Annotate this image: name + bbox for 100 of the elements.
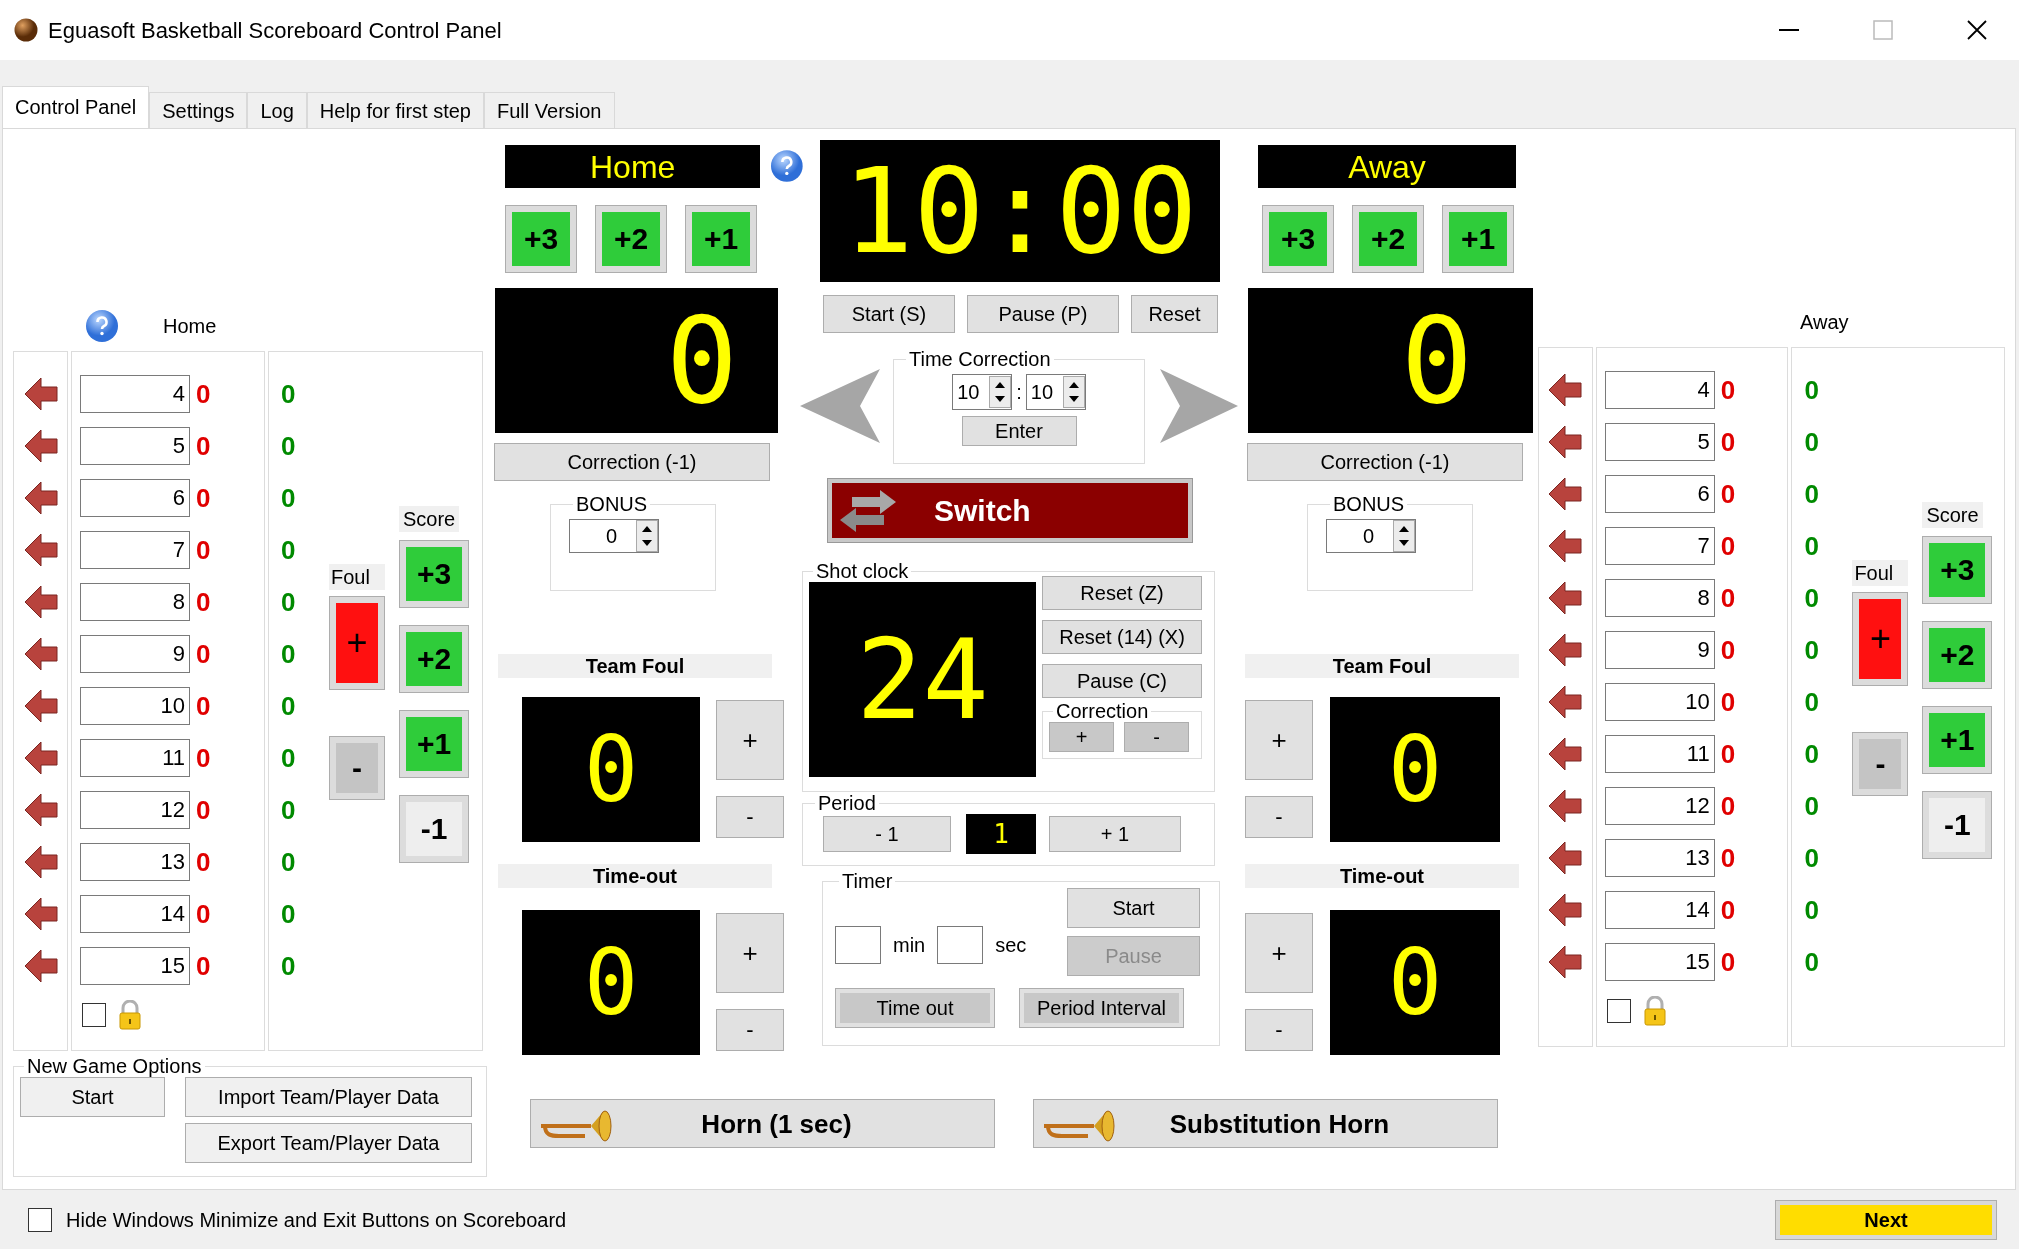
close-icon[interactable]: [1967, 20, 1987, 40]
left-arrow-icon[interactable]: [1548, 945, 1583, 979]
player-number-field[interactable]: 6: [80, 479, 190, 517]
spin-arrows-icon[interactable]: [636, 520, 658, 552]
player-number-field[interactable]: 9: [80, 635, 190, 673]
score-button[interactable]: +1: [1922, 706, 1993, 774]
player-number-field[interactable]: 4: [1604, 371, 1715, 409]
correction-button[interactable]: Correction (-1): [494, 443, 770, 481]
enter-button[interactable]: Enter: [961, 416, 1077, 446]
player-number-field[interactable]: 11: [80, 739, 190, 777]
left-arrow-icon[interactable]: [1548, 373, 1583, 407]
clock-button[interactable]: Start (S): [823, 295, 955, 333]
score-button[interactable]: -1: [1922, 791, 1993, 859]
left-arrow-icon[interactable]: [1548, 581, 1583, 615]
player-number-field[interactable]: 12: [1604, 787, 1715, 825]
player-number-field[interactable]: 13: [1604, 839, 1715, 877]
left-arrow-icon[interactable]: [23, 533, 58, 567]
add-button[interactable]: +: [716, 700, 784, 780]
player-number-field[interactable]: 7: [80, 531, 190, 569]
score-button[interactable]: +2: [595, 205, 667, 273]
left-arrow-icon[interactable]: [1548, 477, 1583, 511]
left-arrow-icon[interactable]: [23, 429, 58, 463]
left-arrow-icon[interactable]: [1548, 425, 1583, 459]
spin-arrows-icon[interactable]: [989, 376, 1012, 408]
left-arrow-icon[interactable]: [23, 845, 58, 879]
spin-arrows-icon[interactable]: [1393, 520, 1415, 552]
player-number-field[interactable]: 14: [1604, 891, 1715, 929]
score-button[interactable]: +3: [1262, 205, 1334, 273]
remove-button[interactable]: -: [1124, 722, 1189, 752]
correction-button[interactable]: Correction (-1): [1247, 443, 1523, 481]
left-arrow-icon[interactable]: [23, 741, 58, 775]
shot-clock-button[interactable]: Reset (Z): [1042, 576, 1202, 610]
score-button[interactable]: +3: [1922, 536, 1993, 604]
lock-checkbox[interactable]: [1606, 999, 1631, 1023]
remove-button[interactable]: -: [716, 1009, 784, 1051]
help-icon[interactable]: [85, 309, 119, 343]
decrease-button[interactable]: - 1: [823, 816, 951, 852]
add-button[interactable]: +: [1049, 722, 1114, 752]
export-button[interactable]: Export Team/Player Data: [185, 1123, 472, 1163]
remove-button[interactable]: -: [716, 796, 784, 838]
spin-arrows-icon[interactable]: [1062, 376, 1085, 408]
score-button[interactable]: +3: [505, 205, 577, 273]
hide-buttons-checkbox[interactable]: [28, 1207, 52, 1232]
left-arrow-icon[interactable]: [23, 689, 58, 723]
add-button[interactable]: +: [1245, 913, 1313, 993]
bonus-spinner[interactable]: 0: [569, 519, 659, 553]
player-number-field[interactable]: 12: [80, 791, 190, 829]
left-arrow-icon[interactable]: [23, 481, 58, 515]
add-button[interactable]: +: [716, 913, 784, 993]
remove-button[interactable]: -: [1245, 796, 1313, 838]
foul-add-button[interactable]: +: [1852, 592, 1909, 686]
player-number-field[interactable]: 15: [1604, 943, 1715, 981]
shot-clock-button[interactable]: Pause (C): [1042, 664, 1202, 698]
start-button[interactable]: Start: [20, 1077, 165, 1117]
player-number-field[interactable]: 5: [1604, 423, 1715, 461]
left-arrow-icon[interactable]: [23, 897, 58, 931]
foul-add-button[interactable]: +: [329, 596, 385, 690]
player-number-field[interactable]: 11: [1604, 735, 1715, 773]
time-spinner[interactable]: 10: [952, 374, 1013, 410]
left-arrow-icon[interactable]: [23, 585, 58, 619]
horn-button[interactable]: Horn (1 sec): [530, 1099, 995, 1148]
left-arrow-icon[interactable]: [23, 637, 58, 671]
player-number-field[interactable]: 4: [80, 375, 190, 413]
increase-button[interactable]: + 1: [1049, 816, 1181, 852]
bonus-spinner[interactable]: 0: [1326, 519, 1416, 553]
player-number-field[interactable]: 10: [1604, 683, 1715, 721]
player-number-field[interactable]: 6: [1604, 475, 1715, 513]
player-number-field[interactable]: 5: [80, 427, 190, 465]
tab[interactable]: Settings: [149, 92, 248, 128]
score-button[interactable]: +2: [399, 625, 469, 693]
score-button[interactable]: +3: [399, 540, 469, 608]
left-arrow-icon[interactable]: [23, 377, 58, 411]
foul-remove-button[interactable]: -: [1852, 732, 1909, 796]
tab[interactable]: Full Version: [484, 92, 615, 128]
player-number-field[interactable]: 15: [80, 947, 190, 985]
score-button[interactable]: +1: [685, 205, 757, 273]
tab[interactable]: Help for first step: [306, 92, 484, 128]
player-number-field[interactable]: 14: [80, 895, 190, 933]
next-button[interactable]: Next: [1775, 1199, 1997, 1240]
score-button[interactable]: -1: [399, 795, 469, 863]
foul-remove-button[interactable]: -: [329, 736, 385, 800]
left-arrow-icon[interactable]: [1548, 685, 1583, 719]
left-arrow-icon[interactable]: [1548, 789, 1583, 823]
import-button[interactable]: Import Team/Player Data: [185, 1077, 472, 1117]
help-icon[interactable]: [770, 149, 804, 183]
score-button[interactable]: +2: [1352, 205, 1424, 273]
shot-clock-button[interactable]: Reset (14) (X): [1042, 620, 1202, 654]
player-number-field[interactable]: 7: [1604, 527, 1715, 565]
tab[interactable]: Control Panel: [2, 86, 150, 128]
horn-button[interactable]: Substitution Horn: [1033, 1099, 1498, 1148]
left-arrow-icon[interactable]: [1548, 841, 1583, 875]
player-number-field[interactable]: 8: [1604, 579, 1715, 617]
left-arrow-icon[interactable]: [1548, 529, 1583, 563]
left-arrow-icon[interactable]: [1548, 633, 1583, 667]
add-button[interactable]: +: [1245, 700, 1313, 780]
score-button[interactable]: +1: [399, 710, 469, 778]
left-arrow-icon[interactable]: [23, 793, 58, 827]
left-arrow-icon[interactable]: [23, 949, 58, 983]
timer-button[interactable]: Start: [1067, 888, 1200, 928]
lock-checkbox[interactable]: [82, 1003, 106, 1027]
